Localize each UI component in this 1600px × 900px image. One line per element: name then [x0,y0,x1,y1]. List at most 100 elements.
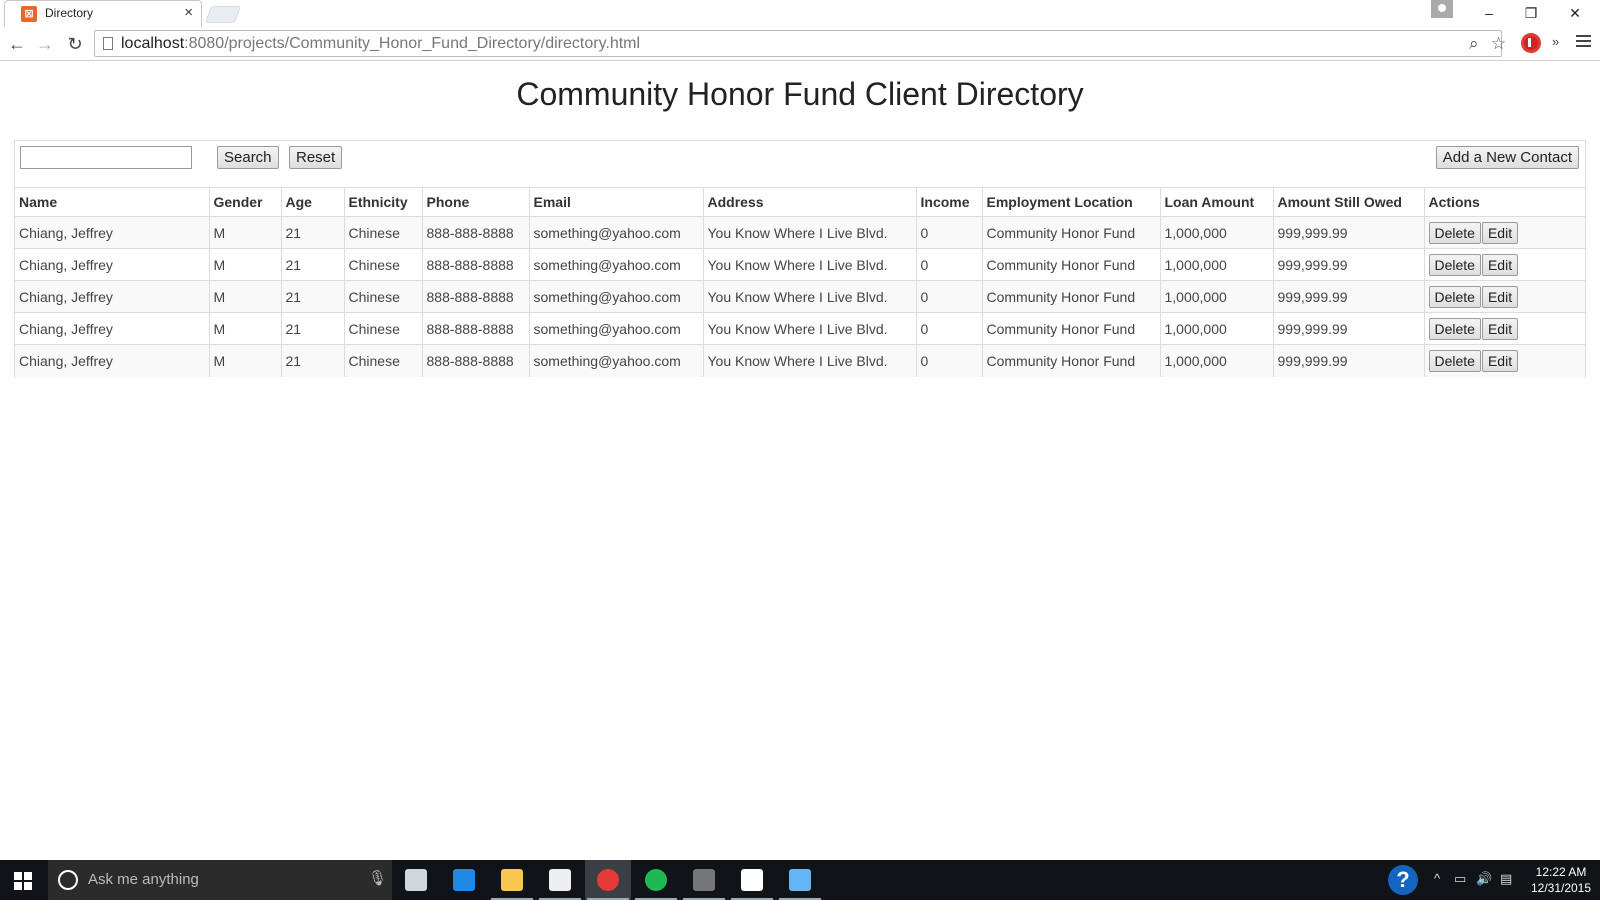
cell-actions: Delete Edit [1423,344,1585,377]
header-loan-amount: Loan Amount [1159,187,1273,217]
cell-income: 0 [915,248,982,281]
table-body: Chiang, Jeffrey M 21 Chinese 888-888-8888 som… [15,216,1585,377]
header-ethnicity: Ethnicity [343,187,422,217]
edit-button[interactable]: Edit [1481,349,1519,372]
tab-title: Directory [45,6,94,20]
page-title: Community Honor Fund Client Directory [516,76,1084,112]
clock-time: 12:22 AM [1535,865,1587,879]
show-hidden-icons-chevron-icon[interactable]: ^ [1434,871,1440,886]
address-bar[interactable]: localhost:8080/projects/Community_Honor_… [94,30,1506,57]
browser-menu-icon[interactable] [1576,35,1591,50]
action-center-icon[interactable]: ▤ [1500,871,1512,887]
header-email: Email [528,187,703,217]
search-button[interactable]: Search [217,146,279,169]
windows-taskbar: Ask me anything 🎙 ? ^ ▭ 🔊 ▤ 12:22 AM 12/… [0,860,1600,900]
cell-address: You Know Where I Live Blvd. [702,312,916,345]
header-actions: Actions [1423,187,1585,217]
cell-employment-location: Community Honor Fund [981,344,1160,377]
add-contact-button[interactable]: Add a New Contact [1435,146,1579,169]
cell-address: You Know Where I Live Blvd. [702,344,916,377]
more-extensions-icon[interactable]: » [1552,34,1559,49]
user-profile-icon[interactable] [1431,0,1453,18]
restore-button[interactable]: ❐ [1508,0,1554,27]
cell-ethnicity: Chinese [343,280,422,313]
delete-button[interactable]: Delete [1428,221,1481,244]
directory-panel: Search Reset Add a New Contact Name Gend… [14,140,1586,377]
cell-gender: M [208,312,281,345]
reload-icon[interactable]: ↻ [62,31,88,57]
minimize-button[interactable]: – [1466,0,1512,27]
battery-icon[interactable]: ▭ [1454,871,1466,887]
cell-phone: 888-888-8888 [421,344,529,377]
taskbar-spotify-icon[interactable] [633,860,679,900]
cell-phone: 888-888-8888 [421,312,529,345]
cell-ethnicity: Chinese [343,248,422,281]
taskbar-sublime-text-icon[interactable] [681,860,727,900]
system-clock[interactable]: 12:22 AM 12/31/2015 [1528,864,1594,896]
taskbar-photos-icon[interactable] [729,860,775,900]
cell-name: Chiang, Jeffrey [15,280,209,313]
cortana-search-box[interactable]: Ask me anything 🎙 [48,860,392,900]
cell-amount-still-owed: 999,999.99 [1272,248,1424,281]
cell-email: something@yahoo.com [528,280,703,313]
table-row: Chiang, Jeffrey M 21 Chinese 888-888-8888 som… [15,216,1585,249]
url-text: localhost:8080/projects/Community_Honor_… [121,35,641,52]
zoom-icon[interactable]: ⌕ [1469,34,1479,54]
edit-button[interactable]: Edit [1481,285,1519,308]
edit-button[interactable]: Edit [1481,221,1519,244]
cell-gender: M [208,280,281,313]
clock-date: 12/31/2015 [1530,881,1592,895]
close-window-button[interactable]: ✕ [1552,0,1598,27]
cell-age: 21 [280,216,344,249]
page-icon [103,37,113,50]
bookmark-star-icon[interactable]: ☆ [1491,34,1506,54]
cell-phone: 888-888-8888 [421,248,529,281]
edit-button[interactable]: Edit [1481,253,1519,276]
volume-icon[interactable]: 🔊 [1476,871,1492,887]
cell-actions: Delete Edit [1423,216,1585,249]
cell-age: 21 [280,344,344,377]
microphone-icon[interactable]: 🎙 [368,869,387,887]
taskbar-edge-icon[interactable] [441,860,487,900]
taskbar-paint-icon[interactable] [777,860,823,900]
taskbar-store-icon[interactable] [537,860,583,900]
cell-loan-amount: 1,000,000 [1159,280,1273,313]
taskbar-task-view-icon[interactable] [393,860,439,900]
help-icon[interactable]: ? [1388,865,1418,895]
delete-button[interactable]: Delete [1428,317,1481,340]
reset-button[interactable]: Reset [289,146,343,169]
cell-gender: M [208,216,281,249]
directory-table: Name Gender Age Ethnicity Phone Email Ad… [15,187,1585,377]
cell-loan-amount: 1,000,000 [1159,216,1273,249]
cell-income: 0 [915,216,982,249]
cell-email: something@yahoo.com [528,344,703,377]
search-input[interactable] [20,146,192,169]
cell-email: something@yahoo.com [528,216,703,249]
cell-loan-amount: 1,000,000 [1159,312,1273,345]
back-arrow-icon[interactable]: ← [4,31,30,57]
cell-age: 21 [280,248,344,281]
header-phone: Phone [421,187,529,217]
browser-tab[interactable]: ⊠ Directory × [4,0,202,27]
edit-button[interactable]: Edit [1481,317,1519,340]
close-tab-icon[interactable]: × [184,4,193,22]
cell-address: You Know Where I Live Blvd. [702,280,916,313]
cell-age: 21 [280,312,344,345]
table-row: Chiang, Jeffrey M 21 Chinese 888-888-8888 som… [15,248,1585,281]
cell-actions: Delete Edit [1423,280,1585,313]
cell-amount-still-owed: 999,999.99 [1272,280,1424,313]
delete-button[interactable]: Delete [1428,285,1481,308]
taskbar-file-explorer-icon[interactable] [489,860,535,900]
delete-button[interactable]: Delete [1428,349,1481,372]
extension-stop-icon[interactable] [1521,33,1541,53]
cell-amount-still-owed: 999,999.99 [1272,344,1424,377]
taskbar-chrome-icon[interactable] [585,860,631,900]
windows-start-icon[interactable] [14,872,32,890]
new-tab-button[interactable] [204,6,242,23]
cell-name: Chiang, Jeffrey [15,248,209,281]
xampp-favicon-icon: ⊠ [21,6,37,22]
header-gender: Gender [208,187,281,217]
cell-ethnicity: Chinese [343,344,422,377]
delete-button[interactable]: Delete [1428,253,1481,276]
forward-arrow-icon[interactable]: → [32,31,58,57]
